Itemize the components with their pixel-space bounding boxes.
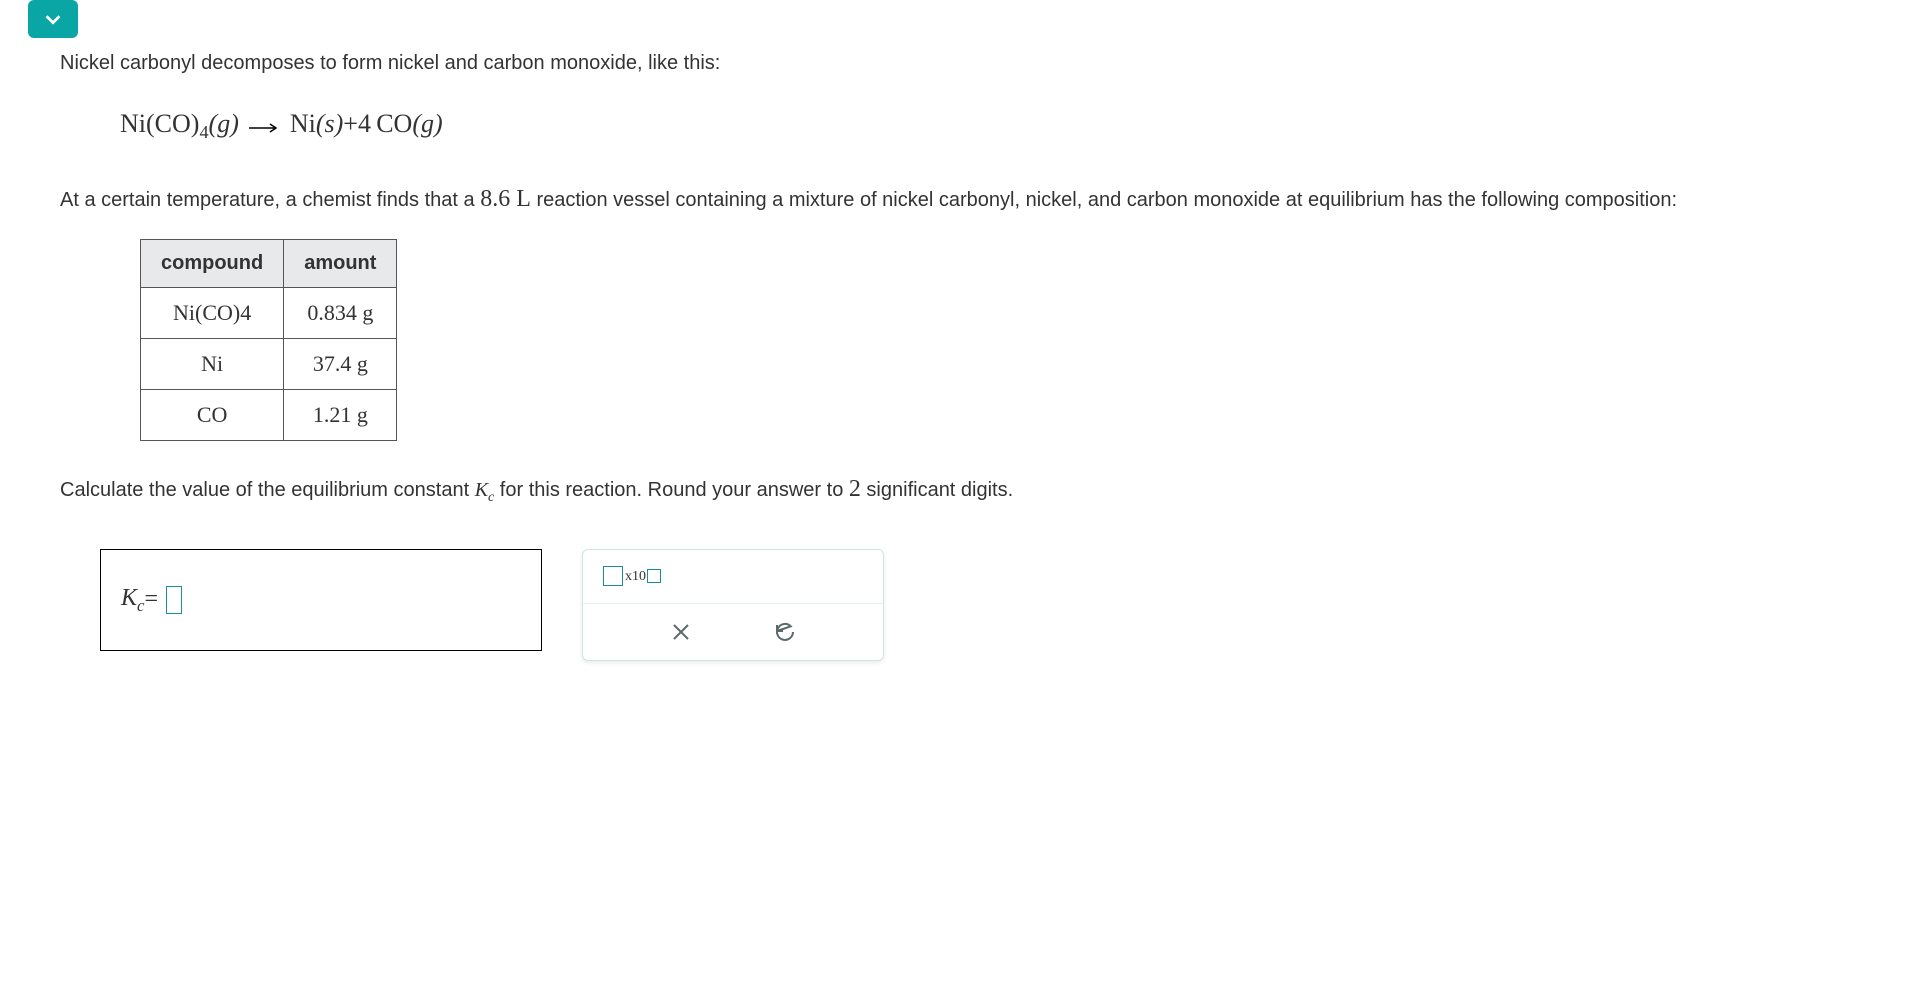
eq-product2: CO xyxy=(376,109,412,138)
table-header-amount: amount xyxy=(284,239,397,287)
intro-text: Nickel carbonyl decomposes to form nicke… xyxy=(60,48,1909,79)
cell-amount: 1.21 g xyxy=(284,389,397,440)
context-paragraph: At a certain temperature, a chemist find… xyxy=(60,181,1909,218)
eq-reactant-sub: 4 xyxy=(199,122,208,142)
eq-coef: 4 xyxy=(358,109,371,138)
reset-button[interactable] xyxy=(773,620,797,644)
context-post: reaction vessel containing a mixture of … xyxy=(531,189,1677,211)
table-row: Ni 37.4 g xyxy=(141,338,397,389)
eq-reactant-phase: (g) xyxy=(209,109,239,138)
eq-plus: + xyxy=(343,109,358,138)
answer-sub: c xyxy=(137,596,144,615)
cell-amount: 0.834 g xyxy=(284,287,397,338)
prompt-post: significant digits. xyxy=(861,479,1013,501)
volume-value: 8.6 L xyxy=(480,186,531,212)
context-pre: At a certain temperature, a chemist find… xyxy=(60,189,480,211)
cell-compound: Ni(CO)4 xyxy=(141,287,284,338)
clear-button[interactable] xyxy=(669,620,693,644)
chevron-down-icon xyxy=(42,8,64,30)
eq-product1-phase: (s) xyxy=(316,109,343,138)
table-header-row: compound amount xyxy=(141,239,397,287)
cell-amount: 37.4 g xyxy=(284,338,397,389)
table-row: Ni(CO)4 0.834 g xyxy=(141,287,397,338)
tool-panel: x10 xyxy=(582,549,884,662)
kc-symbol: Kc xyxy=(475,479,495,501)
table-row: CO 1.21 g xyxy=(141,389,397,440)
answer-placeholder-box[interactable] xyxy=(166,586,182,614)
answer-equals: = xyxy=(144,581,158,618)
eq-product1: Ni xyxy=(290,109,316,138)
question-prompt: Calculate the value of the equilibrium c… xyxy=(60,471,1909,509)
eq-product2-phase: (g) xyxy=(412,109,442,138)
prompt-pre: Calculate the value of the equilibrium c… xyxy=(60,479,475,501)
composition-table: compound amount Ni(CO)4 0.834 g Ni 37.4 … xyxy=(140,239,397,441)
exponent-box-icon xyxy=(647,569,661,583)
prompt-mid: for this reaction. Round your answer to xyxy=(494,479,849,501)
kc-k: K xyxy=(475,479,488,501)
sig-digits: 2 xyxy=(849,476,861,502)
table-header-compound: compound xyxy=(141,239,284,287)
coefficient-box-icon xyxy=(603,566,623,586)
collapse-toggle[interactable] xyxy=(28,0,78,38)
arrow-icon xyxy=(249,106,279,146)
answer-label: Kc xyxy=(121,580,144,619)
undo-icon xyxy=(773,620,797,644)
scientific-notation-button[interactable]: x10 xyxy=(603,566,661,588)
eq-reactant: Ni(CO) xyxy=(120,109,199,138)
answer-input-box[interactable]: Kc = xyxy=(100,549,542,651)
reaction-equation: Ni(CO)4(g) Ni(s)+4 CO(g) xyxy=(120,104,1909,146)
cell-compound: Ni xyxy=(141,338,284,389)
cell-compound: CO xyxy=(141,389,284,440)
x10-label: x10 xyxy=(625,566,646,588)
answer-k: K xyxy=(121,585,137,611)
close-icon xyxy=(669,620,693,644)
